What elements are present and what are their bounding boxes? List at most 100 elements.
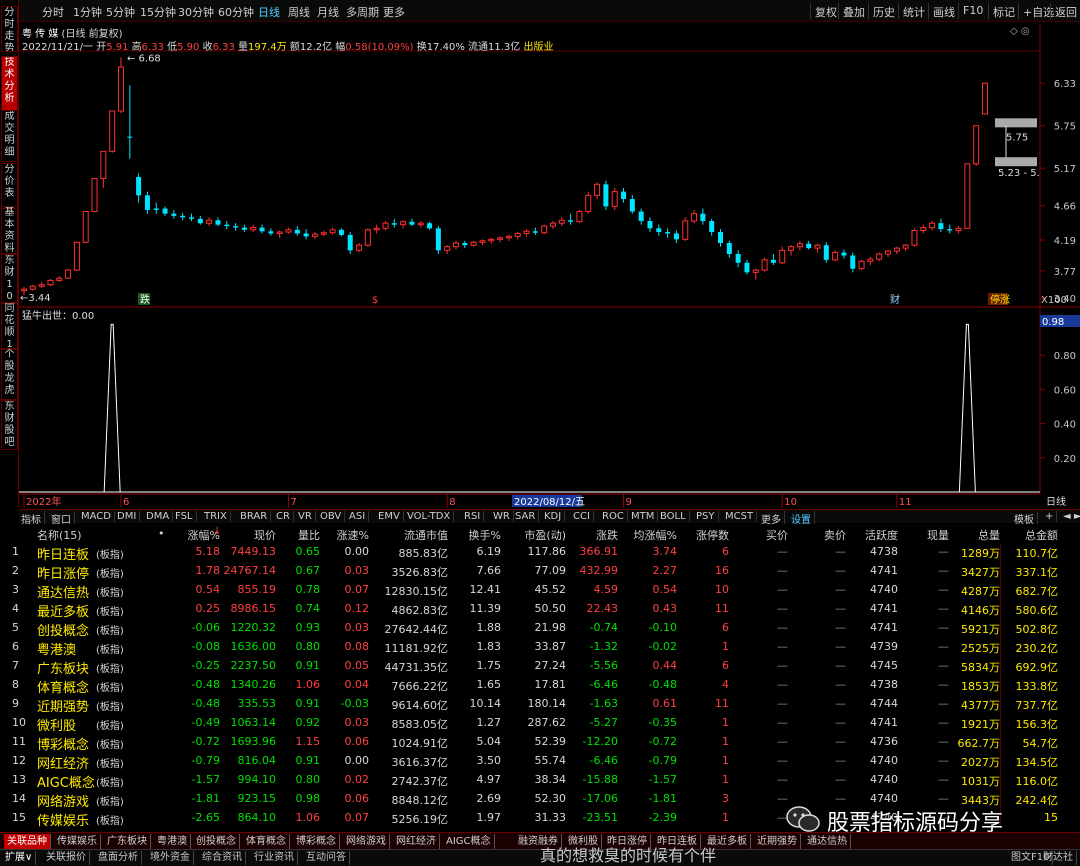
event-marker[interactable]: 停涨 xyxy=(988,293,1010,306)
table-row[interactable]: 10 微利股 (板指) -0.49 1063.14 0.92 0.03 8583.05亿 1.2… xyxy=(0,714,1080,734)
event-marker[interactable]: 财 xyxy=(890,293,900,306)
add-tab[interactable]: + xyxy=(1045,511,1058,522)
indicator-tab-23[interactable]: MCST xyxy=(725,511,758,522)
indicator-tab-4[interactable]: DMA xyxy=(146,511,174,522)
table-row[interactable]: 13 AIGC概念 (板指) -1.57 994.10 0.80 0.02 2742.37亿 4… xyxy=(0,771,1080,791)
indicator-tab-18[interactable]: CCI xyxy=(573,511,594,522)
indicator-tab-17[interactable]: KDJ xyxy=(544,511,566,522)
table-row[interactable]: 7 广东板块 (板指) -0.25 2237.50 0.91 0.05 44731.35亿 1.… xyxy=(0,657,1080,677)
status-button-1[interactable]: 关联报价 xyxy=(43,851,90,865)
column-header-12[interactable]: 买价 xyxy=(766,527,788,543)
sector-name[interactable]: 粤港澳 xyxy=(37,639,76,658)
column-header-9[interactable]: 涨跌 xyxy=(596,527,618,543)
column-header-14[interactable]: 活跃度 xyxy=(865,527,898,543)
column-header-5[interactable]: 涨速% xyxy=(337,527,369,543)
status-button-4[interactable]: 综合资讯 xyxy=(199,851,246,865)
cell-buy: — xyxy=(777,697,788,710)
indicator-tab-8[interactable]: CR xyxy=(276,511,294,522)
indicator-tab-5[interactable]: FSL xyxy=(175,511,197,522)
event-marker[interactable]: $ xyxy=(372,295,378,306)
sector-name[interactable]: 传媒娱乐 xyxy=(37,810,89,829)
indicator-tab-7[interactable]: BRAR xyxy=(240,511,272,522)
sector-name[interactable]: AIGC概念 xyxy=(37,772,95,791)
indicator-tab-12[interactable]: EMV xyxy=(378,511,404,522)
table-row[interactable]: 12 网红经济 (板指) -0.79 816.04 0.91 0.00 3616.37亿 3.5… xyxy=(0,752,1080,772)
sector-name[interactable]: 最近多板 xyxy=(37,601,89,620)
sector-name[interactable]: 昨日涨停 xyxy=(37,563,89,582)
sector-name[interactable]: 网络游戏 xyxy=(37,791,89,810)
table-row[interactable]: 1 昨日连板 (板指) 5.18 7449.13 0.65 0.00 885.83亿 6.19 1… xyxy=(0,543,1080,563)
indicator-tab-21[interactable]: BOLL xyxy=(660,511,690,522)
indicator-tab-16[interactable]: SAR xyxy=(515,511,540,522)
indicator-tab-15[interactable]: WR xyxy=(493,511,514,522)
table-row[interactable]: 2 昨日涨停 (板指) 1.78 24767.14 0.67 0.03 3526.83亿 7.6… xyxy=(0,562,1080,582)
nav-arrows[interactable]: ◄ ► xyxy=(1063,511,1080,522)
column-header-0[interactable]: 名称(15) xyxy=(37,527,82,543)
indicator-tab-20[interactable]: MTM xyxy=(631,511,659,522)
sector-tab-8[interactable]: 网红经济 xyxy=(393,834,440,849)
indicator-tab-6[interactable]: TRIX xyxy=(204,511,231,522)
cell-turn: 1.75 xyxy=(476,659,502,672)
table-row[interactable]: 9 近期强势 (板指) -0.48 335.53 0.91 -0.03 9614.60亿 10.… xyxy=(0,695,1080,715)
indicator-tab-11[interactable]: ASI xyxy=(349,511,370,522)
column-header-13[interactable]: 卖价 xyxy=(824,527,846,543)
sector-tab-9[interactable]: AIGC概念 xyxy=(443,834,495,849)
table-row[interactable]: 4 最近多板 (板指) 0.25 8986.15 0.74 0.12 4862.83亿 11.3… xyxy=(0,600,1080,620)
event-marker[interactable]: 跌 xyxy=(138,293,150,306)
column-header-10[interactable]: 均涨幅% xyxy=(634,527,677,543)
table-row[interactable]: 11 博彩概念 (板指) -0.72 1693.96 1.15 0.06 1024.91亿 5.… xyxy=(0,733,1080,753)
status-button-2[interactable]: 盘面分析 xyxy=(95,851,142,865)
column-header-15[interactable]: 现量 xyxy=(927,527,949,543)
sector-tab-1[interactable]: 传媒娱乐 xyxy=(54,834,101,849)
status-button-0[interactable]: 扩展∨ xyxy=(2,851,37,865)
status-button-5[interactable]: 行业资讯 xyxy=(251,851,298,865)
sector-name[interactable]: 近期强势 xyxy=(37,696,89,715)
sector-tab-16[interactable]: 通达信热 xyxy=(804,834,851,849)
sector-name[interactable]: 网红经济 xyxy=(37,753,89,772)
indicator-tab-2[interactable]: MACD xyxy=(81,511,115,522)
status-button-3[interactable]: 境外资金 xyxy=(147,851,194,865)
sector-name[interactable]: 通达信热 xyxy=(37,582,89,601)
column-header-8[interactable]: 市盈(动) xyxy=(524,527,566,543)
indicator-spike xyxy=(103,323,121,493)
sector-tab-5[interactable]: 体育概念 xyxy=(243,834,290,849)
table-row[interactable]: 3 通达信热 (板指) 0.54 855.19 0.78 0.07 12830.15亿 12.4… xyxy=(0,581,1080,601)
column-header-4[interactable]: 量比 xyxy=(298,527,320,543)
kline-chart[interactable]: 6.335.755.174.664.193.773.40 ← 6.68←3.44… xyxy=(0,0,1080,509)
cell-vol: 1031万 xyxy=(961,775,1000,788)
sector-tab-6[interactable]: 博彩概念 xyxy=(293,834,340,849)
sector-name[interactable]: 博彩概念 xyxy=(37,734,89,753)
column-header-1[interactable]: • xyxy=(158,527,165,540)
news-button[interactable]: 财达社 xyxy=(1040,851,1077,865)
sector-tab-0[interactable]: 关联品种 xyxy=(4,834,51,849)
indicator-tab-10[interactable]: OBV xyxy=(320,511,346,522)
indicator-tab-14[interactable]: RSI xyxy=(464,511,485,522)
cell-avg: -1.57 xyxy=(648,773,677,786)
column-header-6[interactable]: 流通市值 xyxy=(404,527,448,543)
table-row[interactable]: 8 体育概念 (板指) -0.48 1340.26 1.06 0.04 7666.22亿 1.6… xyxy=(0,676,1080,696)
sector-tab-7[interactable]: 网络游戏 xyxy=(343,834,390,849)
sector-name[interactable]: 昨日连板 xyxy=(37,544,89,563)
indicator-tab-13[interactable]: VOL-TDX xyxy=(407,511,455,522)
sector-tab-3[interactable]: 粤港澳 xyxy=(154,834,191,849)
table-row[interactable]: 5 创投概念 (板指) -0.06 1220.32 0.93 0.03 27642.44亿 1.… xyxy=(0,619,1080,639)
column-header-7[interactable]: 换手% xyxy=(469,527,501,543)
column-header-3[interactable]: 现价 xyxy=(254,527,276,543)
column-header-11[interactable]: 涨停数 xyxy=(696,527,729,543)
status-button-6[interactable]: 互动问答 xyxy=(303,851,350,865)
indicator-tab-22[interactable]: PSY xyxy=(696,511,719,522)
indicator-tab-19[interactable]: ROC xyxy=(602,511,628,522)
indicator-tab-3[interactable]: DMI xyxy=(117,511,141,522)
sector-name[interactable]: 广东板块 xyxy=(37,658,89,677)
sector-name[interactable]: 创投概念 xyxy=(37,620,89,639)
column-header-17[interactable]: 总金额 xyxy=(1025,527,1058,543)
sector-name[interactable]: 微利股 xyxy=(37,715,76,734)
sector-tab-4[interactable]: 创投概念 xyxy=(193,834,240,849)
sector-tab-15[interactable]: 近期强势 xyxy=(754,834,801,849)
cell-diff: 366.91 xyxy=(579,545,619,558)
column-header-16[interactable]: 总量 xyxy=(978,527,1000,543)
sector-name[interactable]: 体育概念 xyxy=(37,677,89,696)
table-row[interactable]: 6 粤港澳 (板指) -0.08 1636.00 0.80 0.08 11181.92亿 1.8… xyxy=(0,638,1080,658)
indicator-tab-9[interactable]: VR xyxy=(298,511,316,522)
sector-tab-2[interactable]: 广东板块 xyxy=(104,834,151,849)
